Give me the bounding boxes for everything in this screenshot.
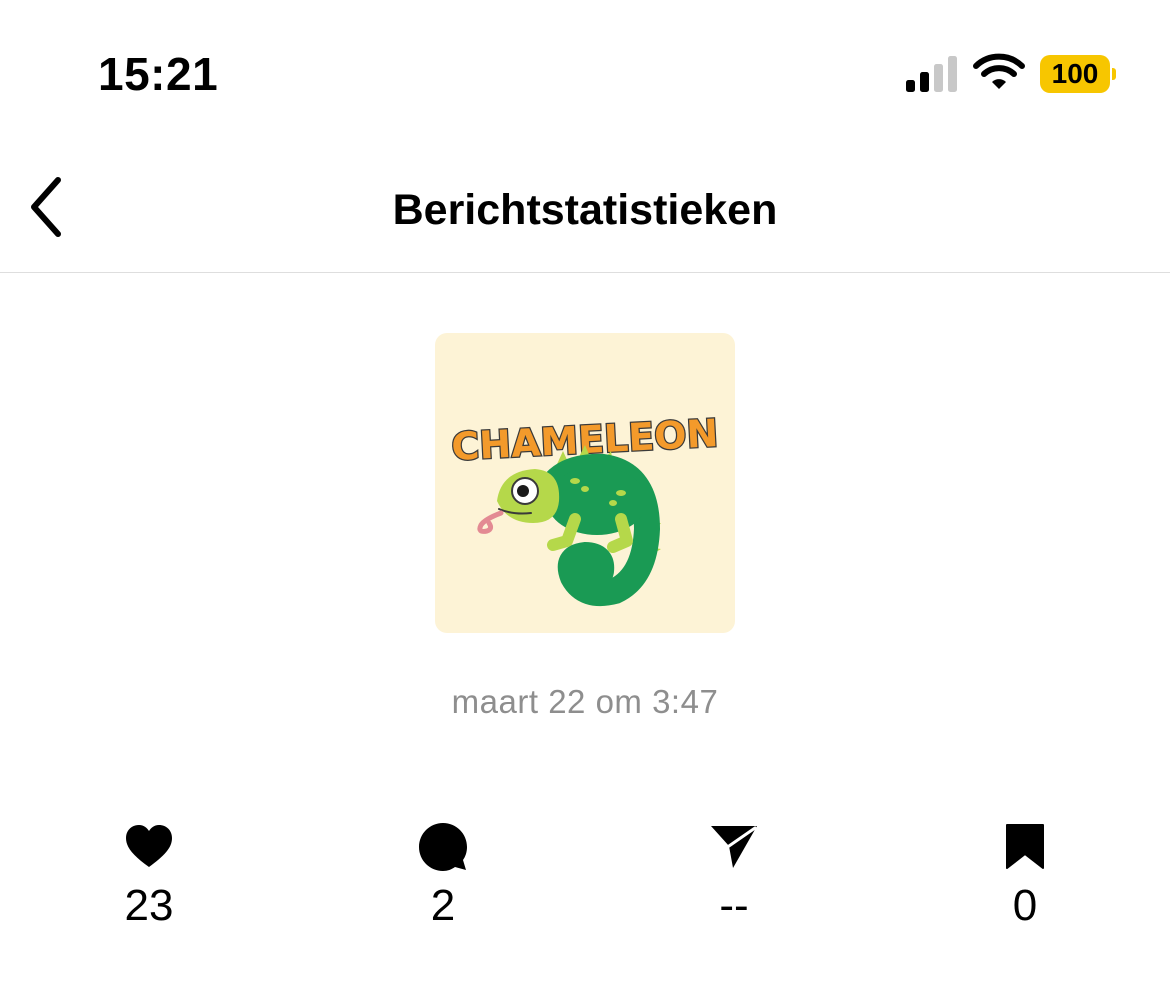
comments-count: 2 [430,881,456,930]
chameleon-image: CHAMELEON [449,410,721,607]
saves-count: 0 [1012,881,1038,930]
shares-count: -- [719,881,749,930]
status-time: 15:21 [98,48,219,100]
stat-saves[interactable]: 0 [925,822,1125,942]
status-bar: 15:21 100 [0,0,1170,150]
page-title: Berichtstatistieken [392,186,778,234]
battery-indicator: 100 [1040,55,1118,93]
bookmark-icon [1006,824,1044,869]
navigation-bar: Berichtstatistieken [0,150,1170,273]
battery-level: 100 [1040,55,1110,93]
cellular-signal-icon [906,56,957,92]
post-date: maart 22 om 3:47 [451,683,719,720]
stat-likes[interactable]: 23 [49,822,249,942]
stat-shares[interactable]: -- [634,822,834,942]
heart-icon [126,825,172,867]
wifi-icon [973,53,1025,89]
comment-icon [419,823,467,871]
post-thumbnail[interactable]: CHAMELEON [435,333,735,633]
share-icon [711,826,757,868]
battery-tip [1112,68,1116,80]
likes-count: 23 [124,881,174,930]
stat-comments[interactable]: 2 [343,822,543,942]
